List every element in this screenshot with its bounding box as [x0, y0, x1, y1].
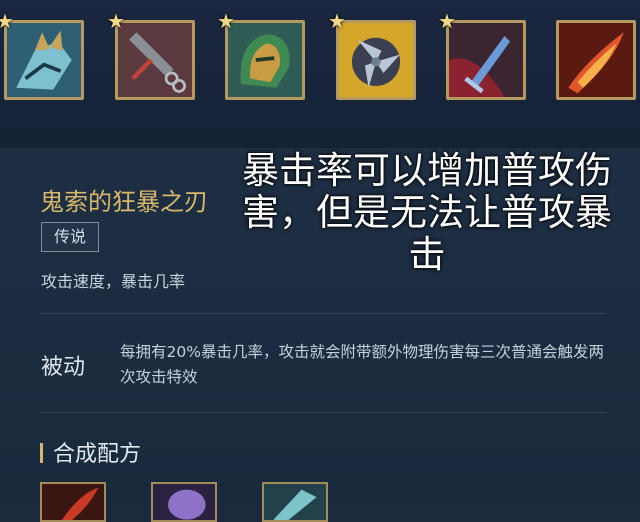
caption-line-3: 击	[408, 233, 446, 276]
item-frame	[556, 20, 636, 100]
section-bar	[40, 443, 43, 463]
item-stats: 攻击速度，暴击几率	[41, 272, 186, 291]
rarity-badge: 传说	[41, 222, 100, 252]
item-frame	[225, 20, 305, 100]
divider	[40, 412, 607, 413]
item-slot-4[interactable]: ★	[328, 10, 422, 106]
green-helmet-icon	[228, 23, 302, 97]
item-slot-3[interactable]: ★	[217, 10, 311, 106]
item-slot-1[interactable]: ★	[0, 10, 90, 106]
star-icon: ★	[0, 9, 14, 33]
triskelion-blades-icon	[339, 23, 413, 97]
item-slot-2[interactable]: ★	[107, 10, 201, 106]
caption-line-2: 害，但是无法让普攻暴	[242, 191, 612, 234]
passive-description: 每拥有20%暴击几率，攻击就会附带额外物理伤害每三次普通会触发两次攻击特效	[120, 343, 604, 386]
claw-gauntlet-icon	[7, 23, 81, 97]
overlay-caption: 暴击率可以增加普攻伤 害，但是无法让普攻暴 击	[214, 150, 640, 276]
star-icon: ★	[438, 9, 456, 33]
item-frame	[4, 20, 84, 100]
recipe-title-text: 合成配方	[53, 442, 142, 467]
star-icon: ★	[217, 9, 235, 33]
frost-dagger-icon	[449, 23, 523, 97]
recipe-item-2[interactable]	[151, 482, 217, 522]
item-slot-6[interactable]	[556, 20, 640, 106]
item-frame	[446, 20, 526, 100]
item-name: 鬼索的狂暴之刃	[40, 188, 208, 216]
star-icon: ★	[328, 9, 346, 33]
recipe-section-title: 合成配方	[40, 436, 141, 468]
chain-flail-icon	[118, 23, 192, 97]
caption-line-1: 暴击率可以增加普攻伤	[242, 149, 612, 192]
item-slot-5[interactable]: ★	[438, 10, 532, 106]
flame-sword-icon	[559, 23, 633, 97]
item-bar: ★ ★ ★ ★ ★	[0, 0, 640, 148]
item-frame	[336, 20, 416, 100]
divider	[40, 313, 607, 314]
recipe-item-1[interactable]	[40, 482, 106, 522]
recipe-item-3[interactable]	[262, 482, 328, 522]
star-icon: ★	[107, 9, 125, 33]
item-frame	[115, 20, 195, 100]
passive-label: 被动	[41, 355, 86, 380]
